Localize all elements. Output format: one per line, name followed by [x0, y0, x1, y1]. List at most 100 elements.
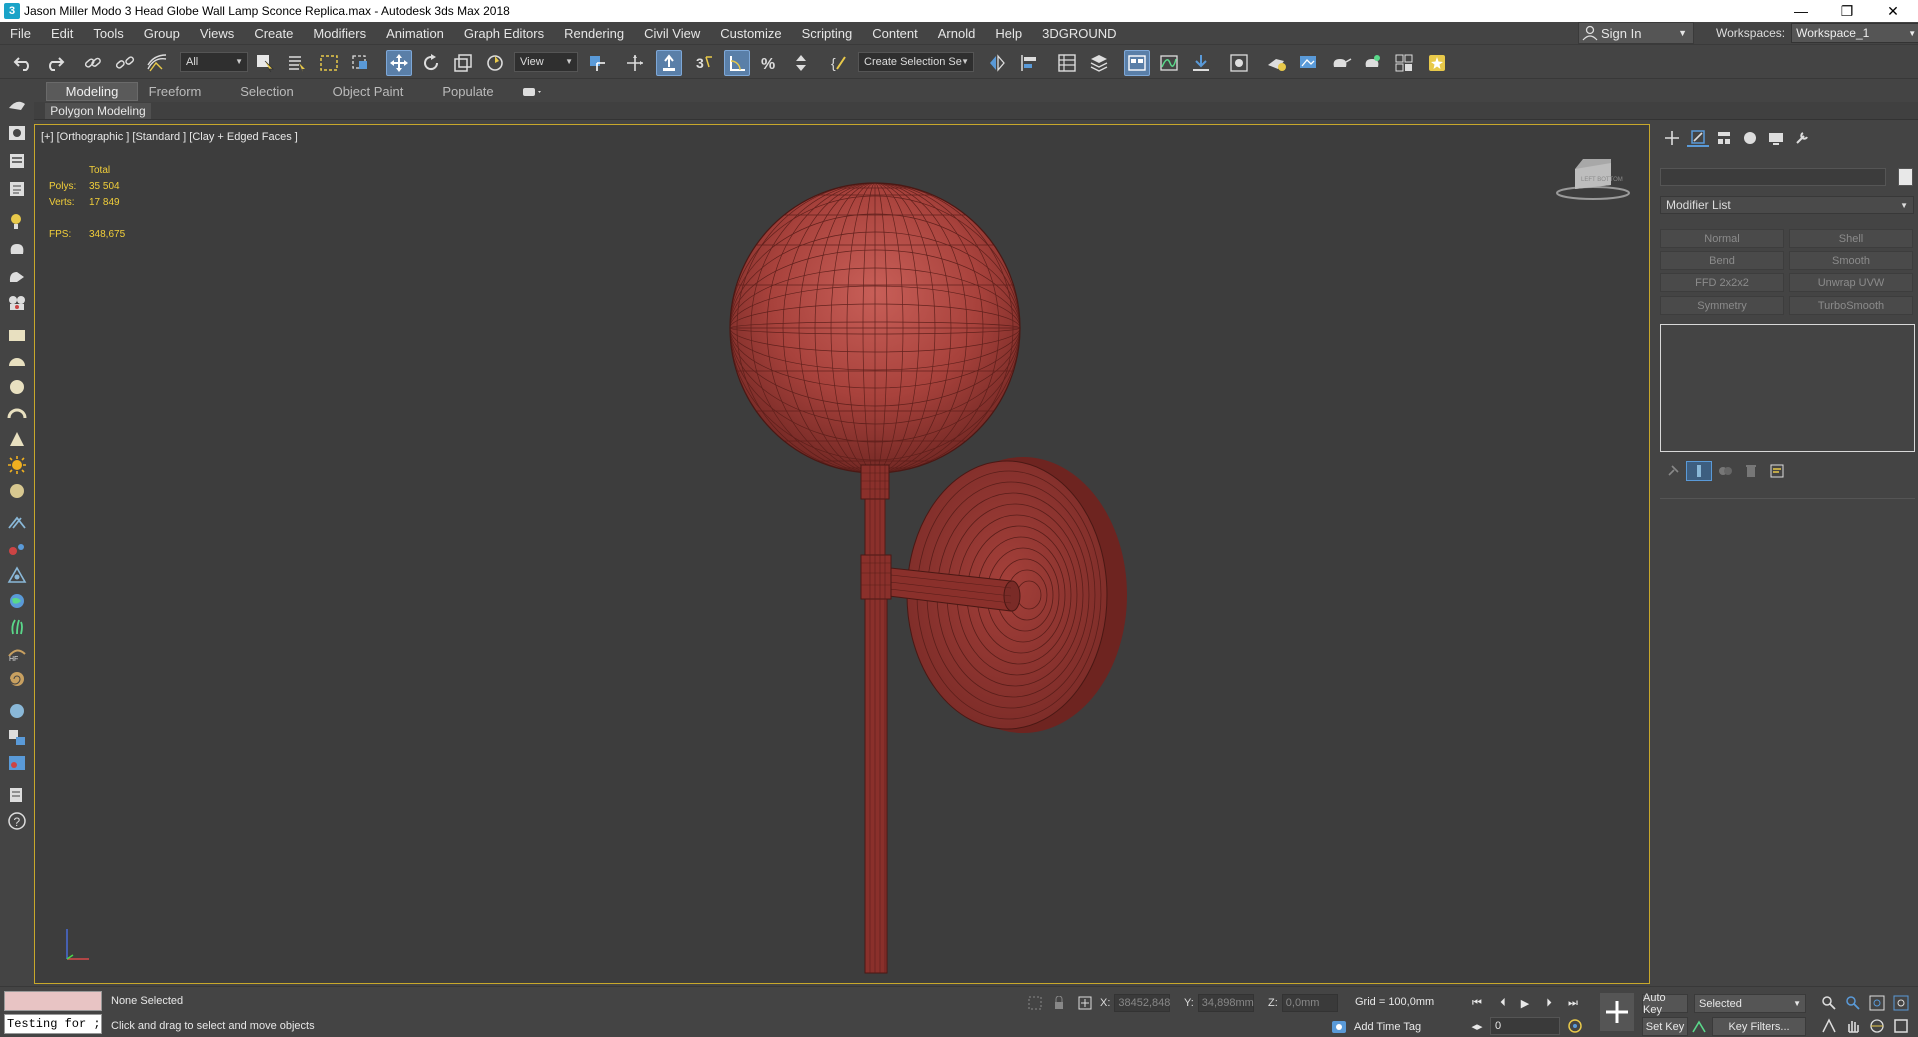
- a360-render-button[interactable]: [1392, 50, 1418, 76]
- display-tab-icon[interactable]: [1765, 129, 1787, 147]
- polygon-modeling-panel[interactable]: Polygon Modeling: [45, 103, 151, 119]
- window-crossing-button[interactable]: [348, 50, 374, 76]
- menu-help[interactable]: Help: [985, 26, 1032, 41]
- tab-modeling[interactable]: Modeling: [46, 82, 138, 101]
- viewport[interactable]: [+] [Orthographic ] [Standard ] [Clay + …: [34, 124, 1650, 984]
- render-setup-button[interactable]: [1264, 50, 1290, 76]
- rendered-frame-window-button[interactable]: [1296, 50, 1322, 76]
- modifier-button-turbosmooth[interactable]: TurboSmooth: [1789, 296, 1913, 315]
- orbit-icon[interactable]: [1866, 1017, 1888, 1035]
- bind-space-warp-button[interactable]: [144, 50, 170, 76]
- named-selection-dropdown[interactable]: Create Selection Se ▼: [858, 52, 974, 72]
- toggle-ribbon-button[interactable]: [1124, 50, 1150, 76]
- pin-stack-icon[interactable]: [1660, 461, 1686, 481]
- select-and-scale-button[interactable]: [450, 50, 476, 76]
- grass-icon[interactable]: [6, 616, 28, 638]
- tab-freeform[interactable]: Freeform: [142, 82, 208, 101]
- sun-icon[interactable]: [6, 454, 28, 476]
- minimize-button[interactable]: —: [1778, 0, 1824, 22]
- document-icon[interactable]: [6, 784, 28, 806]
- help-icon[interactable]: ?: [6, 810, 28, 832]
- select-object-button[interactable]: [252, 50, 278, 76]
- object-color-swatch[interactable]: [1898, 168, 1913, 186]
- material-editor-button[interactable]: [1226, 50, 1252, 76]
- menu-create[interactable]: Create: [244, 26, 303, 41]
- zoom-extents-icon[interactable]: [1866, 994, 1888, 1012]
- key-mode-icon[interactable]: ◂▸: [1466, 1017, 1488, 1035]
- hemisphere-icon[interactable]: [6, 350, 28, 372]
- undo-button[interactable]: [10, 50, 36, 76]
- key-filters-button[interactable]: Key Filters...: [1712, 1017, 1806, 1036]
- menu-modifiers[interactable]: Modifiers: [303, 26, 376, 41]
- workspace-select[interactable]: Workspace_1 ▼: [1791, 23, 1918, 43]
- viewcube[interactable]: LEFT BOTTOM: [1553, 155, 1633, 205]
- material-icon[interactable]: [6, 178, 28, 200]
- transform-mode-icon[interactable]: [1074, 994, 1096, 1012]
- menu-views[interactable]: Views: [190, 26, 244, 41]
- unlink-button[interactable]: [112, 50, 138, 76]
- zoom-all-icon[interactable]: [1842, 994, 1864, 1012]
- auto-key-button[interactable]: Auto Key: [1642, 992, 1688, 1016]
- field-of-view-icon[interactable]: [1818, 1017, 1840, 1035]
- tab-populate[interactable]: Populate: [434, 82, 502, 101]
- pan-hand-icon[interactable]: [1842, 1017, 1864, 1035]
- sphere-icon[interactable]: [6, 376, 28, 398]
- modifier-stack[interactable]: [1660, 324, 1915, 452]
- menu-rendering[interactable]: Rendering: [554, 26, 634, 41]
- percent-snap-button[interactable]: %: [756, 50, 782, 76]
- keyboard-shortcut-override-button[interactable]: [656, 50, 682, 76]
- scene-icon[interactable]: [6, 122, 28, 144]
- tab-object-paint[interactable]: Object Paint: [326, 82, 410, 101]
- 3dground-tool-button[interactable]: [1424, 50, 1450, 76]
- remove-modifier-icon[interactable]: [1738, 461, 1764, 481]
- current-frame-field[interactable]: 0: [1490, 1017, 1560, 1035]
- link-button[interactable]: [80, 50, 106, 76]
- modifier-button-bend[interactable]: Bend: [1660, 251, 1784, 270]
- select-manipulate-button[interactable]: [622, 50, 648, 76]
- select-by-name-button[interactable]: [284, 50, 310, 76]
- redo-button[interactable]: [42, 50, 68, 76]
- coord-z-field[interactable]: 0,0mm: [1281, 994, 1338, 1012]
- bulb-icon[interactable]: [6, 210, 28, 232]
- motion-tab-icon[interactable]: [1739, 129, 1761, 147]
- coord-x-field[interactable]: 38452,848: [1114, 994, 1171, 1012]
- teapot-icon[interactable]: [6, 238, 28, 260]
- menu-animation[interactable]: Animation: [376, 26, 454, 41]
- zoom-icon[interactable]: [1818, 994, 1840, 1012]
- dynamics-icon[interactable]: [6, 564, 28, 586]
- schematic-view-button[interactable]: [1188, 50, 1214, 76]
- menu-tools[interactable]: Tools: [83, 26, 133, 41]
- menu-3dground[interactable]: 3DGROUND: [1032, 26, 1126, 41]
- menu-civil-view[interactable]: Civil View: [634, 26, 710, 41]
- maxscript-mini-listener[interactable]: Testing for ;: [4, 1014, 102, 1034]
- play-icon[interactable]: ▶: [1514, 994, 1536, 1012]
- scene-explorer-button[interactable]: [1054, 50, 1080, 76]
- next-frame-icon[interactable]: ⏵: [1538, 994, 1560, 1012]
- sign-in-dropdown[interactable]: Sign In ▼: [1578, 22, 1694, 44]
- wave-icon[interactable]: [6, 512, 28, 534]
- go-to-start-icon[interactable]: ⏮: [1466, 994, 1488, 1012]
- set-key-button[interactable]: Set Key: [1642, 1017, 1688, 1036]
- previous-frame-icon[interactable]: ⏴: [1492, 994, 1514, 1012]
- create-tab-icon[interactable]: [1661, 129, 1683, 147]
- coord-y-field[interactable]: 34,898mm: [1197, 994, 1254, 1012]
- maxscript-mini-listener-pink[interactable]: [4, 991, 102, 1011]
- go-to-end-icon[interactable]: ⏭: [1562, 994, 1584, 1012]
- film-icon[interactable]: [6, 292, 28, 314]
- snaps-toggle-button[interactable]: 3: [692, 50, 718, 76]
- maximize-viewport-icon[interactable]: [1890, 1017, 1912, 1035]
- hierarchy-tab-icon[interactable]: [1713, 129, 1735, 147]
- pivot-center-button[interactable]: [584, 50, 610, 76]
- select-and-rotate-button[interactable]: [418, 50, 444, 76]
- mirror-button[interactable]: [984, 50, 1010, 76]
- selection-lock-icon[interactable]: [1048, 994, 1070, 1012]
- isolate-selection-icon[interactable]: [1024, 994, 1046, 1012]
- world-icon[interactable]: [6, 590, 28, 612]
- rectangular-selection-button[interactable]: [316, 50, 342, 76]
- restore-button[interactable]: ❐: [1824, 0, 1870, 22]
- configure-sets-icon[interactable]: [1764, 461, 1790, 481]
- modifier-button-normal[interactable]: Normal: [1660, 229, 1784, 248]
- set-keys-button[interactable]: [1600, 993, 1634, 1031]
- modifier-button-shell[interactable]: Shell: [1789, 229, 1913, 248]
- modifier-list-dropdown[interactable]: Modifier List ▼: [1660, 196, 1914, 214]
